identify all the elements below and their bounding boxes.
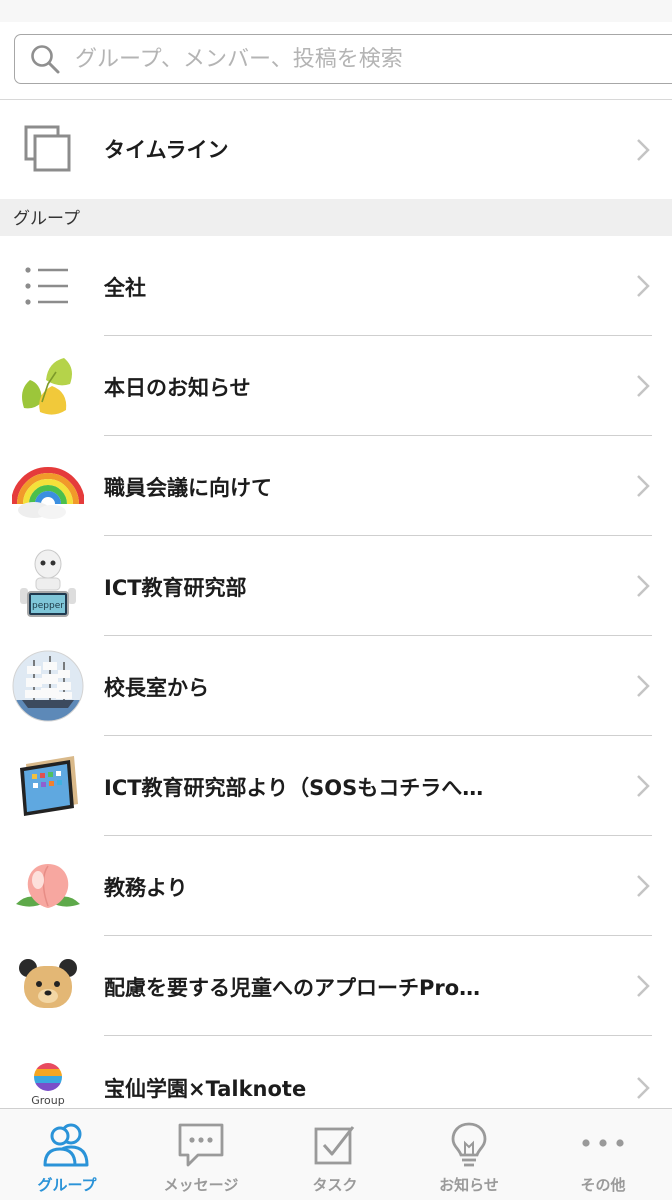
list-icon	[12, 250, 84, 322]
svg-text:pepper: pepper	[32, 601, 64, 611]
group-label: 全社	[104, 276, 146, 300]
section-header-groups: グループ	[0, 199, 672, 236]
group-row[interactable]: pepper ICT教育研究部	[0, 536, 672, 636]
ginkgo-leaf-icon	[12, 350, 84, 422]
rainbow-icon	[12, 450, 84, 522]
tab-more[interactable]: その他	[536, 1109, 670, 1200]
group-label: 本日のお知らせ	[104, 376, 251, 400]
more-dots-icon	[582, 1139, 624, 1147]
group-label: 校長室から	[104, 676, 209, 700]
tablet-icon	[12, 750, 84, 822]
tab-label: その他	[580, 1176, 626, 1194]
group-row[interactable]: 配慮を要する児童へのアプローチPro…	[0, 936, 672, 1036]
group-row[interactable]: Group 宝仙学園×Talknote	[0, 1036, 672, 1108]
bear-icon	[12, 950, 84, 1022]
tab-label: お知らせ	[439, 1176, 499, 1194]
tab-label: グループ	[37, 1176, 97, 1194]
chevron-right-icon	[637, 975, 650, 997]
people-icon	[43, 1123, 89, 1167]
peach-icon	[12, 850, 84, 922]
stacked-squares-icon	[12, 113, 84, 185]
timeline-row[interactable]: タイムライン	[0, 100, 672, 199]
tab-label: タスク	[312, 1176, 358, 1194]
tab-groups[interactable]: グループ	[0, 1109, 134, 1200]
chevron-right-icon	[637, 775, 650, 797]
chevron-right-icon	[637, 139, 650, 161]
group-row[interactable]: ICT教育研究部より（SOSもコチラへ…	[0, 736, 672, 836]
chevron-right-icon	[637, 375, 650, 397]
chevron-right-icon	[637, 875, 650, 897]
group-label: ICT教育研究部	[104, 576, 247, 600]
checkbox-icon	[314, 1126, 355, 1165]
group-label: 職員会議に向けて	[104, 476, 272, 500]
tab-label: メッセージ	[163, 1176, 239, 1194]
chat-bubble-icon	[178, 1123, 224, 1167]
group-row[interactable]: 校長室から	[0, 636, 672, 736]
chevron-right-icon	[637, 1077, 650, 1099]
lightbulb-icon	[451, 1122, 487, 1167]
search-input[interactable]	[75, 46, 635, 72]
pepper-robot-icon: pepper	[12, 546, 84, 626]
tab-bar: グループ メッセージ タスク お知らせ その他	[0, 1108, 672, 1200]
tab-notifications[interactable]: お知らせ	[402, 1109, 536, 1200]
chevron-right-icon	[637, 275, 650, 297]
search-bar[interactable]	[14, 34, 672, 84]
group-row[interactable]: 全社	[0, 236, 672, 336]
search-icon	[31, 45, 60, 74]
group-label: 配慮を要する児童へのアプローチPro…	[104, 976, 481, 1000]
sailing-ship-icon	[12, 650, 84, 722]
section-header-label: グループ	[13, 209, 80, 229]
group-label: 宝仙学園×Talknote	[104, 1077, 307, 1101]
chevron-right-icon	[637, 475, 650, 497]
status-area	[0, 0, 672, 22]
chevron-right-icon	[637, 575, 650, 597]
tab-tasks[interactable]: タスク	[268, 1109, 402, 1200]
group-row[interactable]: 本日のお知らせ	[0, 336, 672, 436]
group-logo-icon: Group	[12, 1060, 84, 1108]
timeline-label: タイムライン	[104, 138, 229, 162]
group-row[interactable]: 教務より	[0, 836, 672, 936]
chevron-right-icon	[637, 675, 650, 697]
svg-text:Group: Group	[31, 1094, 65, 1107]
group-label: 教務より	[104, 876, 188, 900]
tab-messages[interactable]: メッセージ	[134, 1109, 268, 1200]
group-label: ICT教育研究部より（SOSもコチラへ…	[104, 776, 484, 800]
group-row[interactable]: 職員会議に向けて	[0, 436, 672, 536]
